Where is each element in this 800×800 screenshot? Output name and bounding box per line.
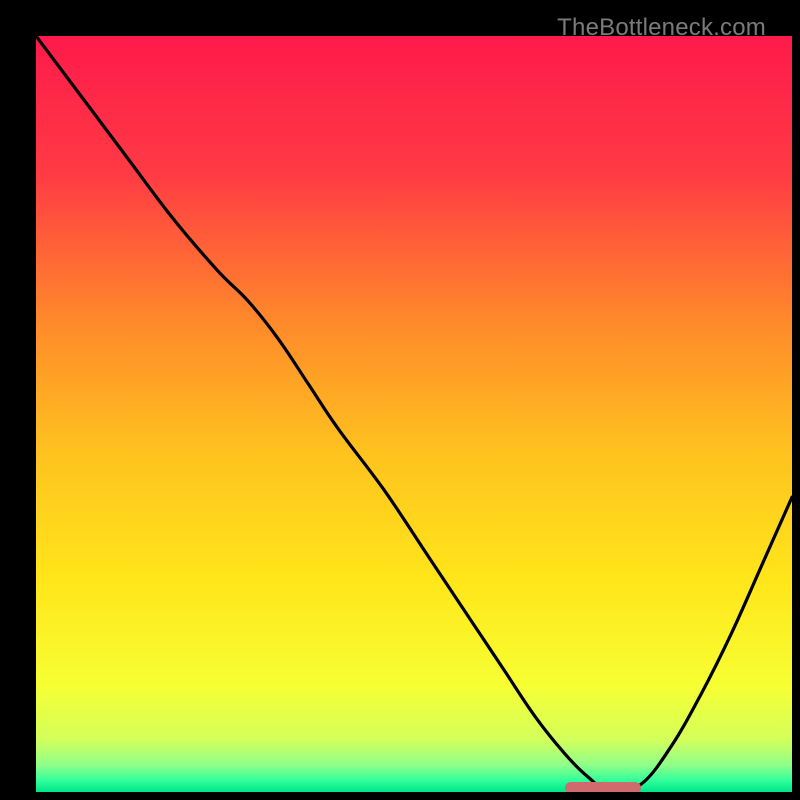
bottleneck-curve [36,36,792,792]
optimum-marker [565,782,641,792]
plot-area [36,36,792,792]
chart-frame: TheBottleneck.com [14,14,786,786]
watermark-text: TheBottleneck.com [557,14,766,42]
